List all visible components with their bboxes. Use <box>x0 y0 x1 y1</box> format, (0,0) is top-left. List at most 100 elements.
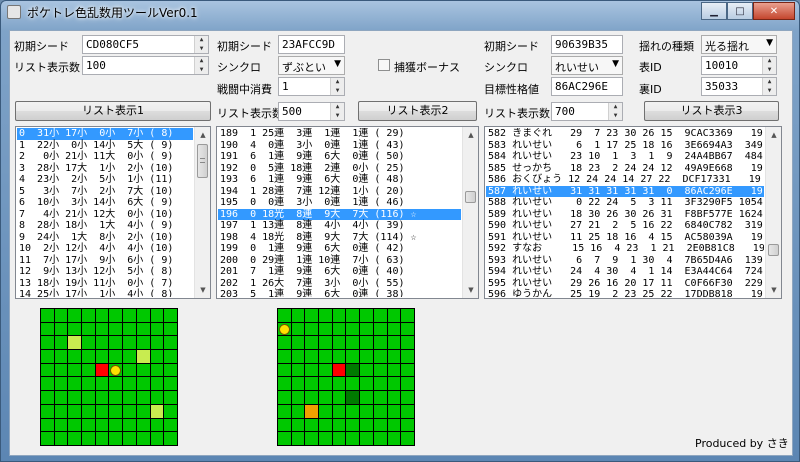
list-item[interactable]: 5 3小 7小 2小 7大 (10) <box>17 186 193 198</box>
close-button[interactable]: ✕ <box>753 2 795 20</box>
list-item[interactable]: 199 0 1連 9連 6大 0連 ( 42) <box>218 243 461 255</box>
list-item[interactable]: 585 せっかち 18 23 2 24 24 12 49A9E668 19 <box>486 163 764 175</box>
list-item[interactable]: 13 18小 19小 11小 0小 ( 7) <box>17 278 193 290</box>
list-item[interactable]: 586 おくびょう 12 24 24 14 27 22 DCF17331 19 <box>486 174 764 186</box>
scroll-down-icon[interactable]: ▼ <box>766 282 781 298</box>
list-item[interactable]: 201 7 1連 9連 6大 0連 ( 40) <box>218 266 461 278</box>
scroll-down-icon[interactable]: ▼ <box>463 282 478 298</box>
list-item[interactable]: 11 7小 17小 9小 6小 ( 9) <box>17 255 193 267</box>
list-item[interactable]: 2 0小 21小 11大 0小 ( 9) <box>17 151 193 163</box>
list-item[interactable]: 1 22小 0小 14小 5大 ( 9) <box>17 140 193 152</box>
list-item[interactable]: 8 28小 18小 1大 4小 ( 9) <box>17 220 193 232</box>
list-item[interactable]: 14 25小 17小 1小 4小 ( 8) <box>17 289 193 297</box>
list-item[interactable]: 196 0 18光 8連 9大 7大 (116) ☆ <box>218 208 461 220</box>
list-item[interactable]: 596 ゆうかん 25 19 2 23 25 22 17DDB818 19 <box>486 289 764 297</box>
list-item[interactable]: 190 4 0連 3小 0連 1連 ( 43) <box>218 140 461 152</box>
list-item[interactable]: 192 0 5連 18連 2連 0小 ( 25) <box>218 163 461 175</box>
list-item[interactable]: 9 24小 1大 8小 2小 (10) <box>17 232 193 244</box>
chevron-down-icon: ▼ <box>766 38 773 48</box>
list-item[interactable]: 189 1 25連 3連 1連 1連 ( 29) <box>218 128 461 140</box>
list-item[interactable]: 583 れいせい 6 1 17 25 18 16 3E6694A3 349 <box>486 140 764 152</box>
count1-input[interactable]: 100 ▲ ▼ <box>82 56 209 75</box>
capture-bonus-checkbox[interactable] <box>378 59 390 71</box>
list-item[interactable]: 591 れいせい 11 25 18 16 4 15 AC58039A 19 <box>486 232 764 244</box>
list1-scroll-thumb[interactable] <box>197 144 208 178</box>
list-item[interactable]: 0 31小 17小 0小 7小 ( 8) <box>17 128 193 140</box>
scroll-up-icon[interactable]: ▲ <box>195 127 210 143</box>
grid-cell <box>387 309 401 322</box>
grid-cell <box>291 432 305 445</box>
title-bar[interactable]: ポケトレ色乱数用ツールVer0.1 ▁ □ ✕ <box>1 1 800 25</box>
list-item[interactable]: 594 れいせい 24 4 30 4 1 14 E3A44C64 724 <box>486 266 764 278</box>
scroll-down-icon[interactable]: ▼ <box>195 282 210 298</box>
list-item[interactable]: 200 0 29連 1連 10連 7小 ( 63) <box>218 255 461 267</box>
seed2-input[interactable]: 23AFCC9D <box>278 35 345 54</box>
list-item[interactable]: 203 5 1連 9連 6大 0連 ( 38) <box>218 289 461 297</box>
seed1-spinner[interactable]: ▲ ▼ <box>194 36 208 53</box>
list-item[interactable]: 593 れいせい 6 7 9 1 30 4 7B65D4A6 139 <box>486 255 764 267</box>
count3-spinner[interactable]: ▲ ▼ <box>608 103 622 120</box>
scroll-up-icon[interactable]: ▲ <box>766 127 781 143</box>
list-item[interactable]: 589 れいせい 18 30 26 30 26 31 F8BF577E 1624 <box>486 209 764 221</box>
list-item[interactable]: 198 4 18光 8連 9大 7大 (114) ☆ <box>218 232 461 244</box>
grid-cell <box>360 336 373 350</box>
list-item[interactable]: 3 28小 17大 1小 2小 (10) <box>17 163 193 175</box>
list3-button[interactable]: リスト表示3 <box>644 101 779 121</box>
count2-input[interactable]: 500 ▲ ▼ <box>278 102 345 121</box>
list-item[interactable]: 595 れいせい 29 26 16 20 17 11 C0F66F30 229 <box>486 278 764 290</box>
tid-value: 10010 <box>705 59 739 72</box>
grid-cell <box>54 418 68 432</box>
list1-button[interactable]: リスト表示1 <box>15 101 211 121</box>
list-item[interactable]: 7 4小 21小 12大 0小 (10) <box>17 209 193 221</box>
seed1-input[interactable]: CD080CF5 ▲ ▼ <box>82 35 209 54</box>
list-item[interactable]: 592 すなお 15 16 4 23 1 21 2E0B81C8 19 <box>486 243 764 255</box>
count1-spinner[interactable]: ▲ ▼ <box>194 57 208 74</box>
list-item[interactable]: 194 1 28連 7連 12連 1小 ( 20) <box>218 186 461 198</box>
minimize-button[interactable]: ▁ <box>701 2 727 20</box>
list-item[interactable]: 588 れいせい 0 22 24 5 3 11 3F3290F5 1054 <box>486 197 764 209</box>
shake-select[interactable]: 光る揺れ ▼ <box>701 35 777 54</box>
list3-box[interactable]: 582 きまぐれ 29 7 23 30 26 15 9CAC3369 19 583… <box>484 126 782 299</box>
list-item[interactable]: 587 れいせい 31 31 31 31 31 0 86AC296E 19 ☆ <box>486 185 764 197</box>
list-item[interactable]: 6 10小 3小 14小 6大 ( 9) <box>17 197 193 209</box>
tid-spinner[interactable]: ▲ ▼ <box>762 57 776 74</box>
count3-input[interactable]: 700 ▲ ▼ <box>551 102 623 121</box>
maximize-button[interactable]: □ <box>727 2 753 20</box>
list1-box[interactable]: 0 31小 17小 0小 7小 ( 8) 1 22小 0小 14小 5大 ( 9)… <box>15 126 211 299</box>
list-item[interactable]: 4 23小 2小 5小 1小 (11) <box>17 174 193 186</box>
grid-cell <box>373 391 387 404</box>
list-item[interactable]: 193 6 1連 9連 6大 0連 ( 48) <box>218 174 461 186</box>
sid-spinner[interactable]: ▲ ▼ <box>762 78 776 95</box>
grid-cell <box>373 418 387 432</box>
list1-scrollbar[interactable]: ▲ ▼ <box>194 127 210 298</box>
list3-scroll-thumb[interactable] <box>768 244 779 256</box>
list3-scrollbar[interactable]: ▲ ▼ <box>765 127 781 298</box>
grid-cell <box>150 391 164 404</box>
sync2-select[interactable]: ずぶとい ▼ <box>278 56 345 75</box>
list-item[interactable]: 10 2小 12小 4小 4小 (10) <box>17 243 193 255</box>
list-item[interactable]: 12 9小 13小 12小 5小 ( 8) <box>17 266 193 278</box>
list-item[interactable]: 590 れいせい 27 21 2 5 16 22 6840C782 319 <box>486 220 764 232</box>
list-item[interactable]: 195 0 0連 3小 0連 1連 ( 46) <box>218 197 461 209</box>
sid-input[interactable]: 35033 ▲ ▼ <box>701 77 777 96</box>
list2-box[interactable]: 189 1 25連 3連 1連 1連 ( 29) 190 4 0連 3小 0連 1… <box>216 126 479 299</box>
battle-spinner[interactable]: ▲ ▼ <box>330 78 344 95</box>
tid-input[interactable]: 10010 ▲ ▼ <box>701 56 777 75</box>
list2-scroll-thumb[interactable] <box>465 191 476 203</box>
count2-spinner[interactable]: ▲ ▼ <box>330 103 344 120</box>
grid-cell <box>278 377 291 391</box>
list-item[interactable]: 202 1 26大 7連 3小 0小 ( 55) <box>218 278 461 290</box>
list2-button[interactable]: リスト表示2 <box>358 101 477 121</box>
list-item[interactable]: 197 1 13連 8連 4小 4小 ( 39) <box>218 220 461 232</box>
seed3-input[interactable]: 90639B35 <box>551 35 623 54</box>
sync3-select[interactable]: れいせい ▼ <box>551 56 623 75</box>
grid-cell <box>123 377 136 391</box>
list2-scrollbar[interactable]: ▲ ▼ <box>462 127 478 298</box>
scroll-up-icon[interactable]: ▲ <box>463 127 478 143</box>
list-item[interactable]: 584 れいせい 23 10 1 3 1 9 24A4BB67 484 <box>486 151 764 163</box>
list-item[interactable]: 191 6 1連 9連 6大 0連 ( 50) <box>218 151 461 163</box>
battle-input[interactable]: 1 ▲ ▼ <box>278 77 345 96</box>
grid-cell <box>41 418 54 432</box>
pid-input[interactable]: 86AC296E <box>551 77 623 96</box>
list-item[interactable]: 582 きまぐれ 29 7 23 30 26 15 9CAC3369 19 <box>486 128 764 140</box>
